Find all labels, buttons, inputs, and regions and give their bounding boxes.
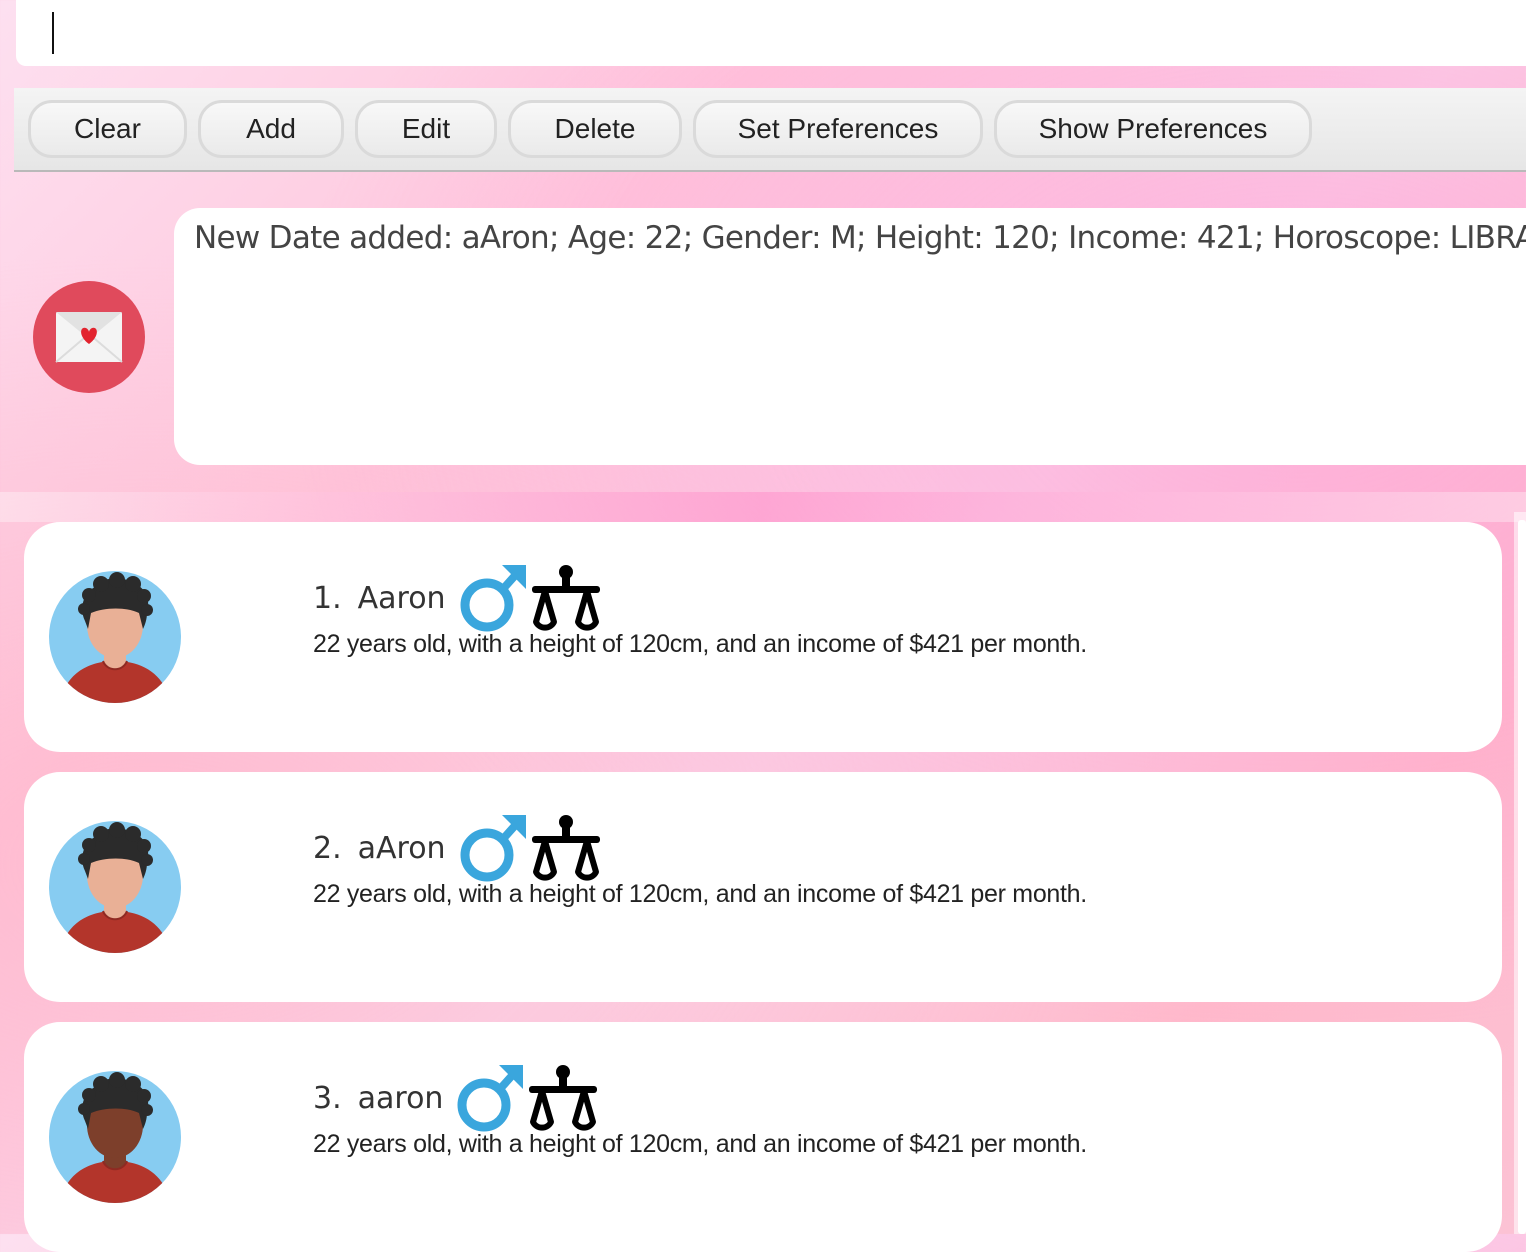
show-preferences-button[interactable]: Show Preferences	[994, 100, 1312, 158]
avatar	[49, 821, 181, 953]
set-preferences-button[interactable]: Set Preferences	[693, 100, 983, 158]
date-card[interactable]: 1. Aaron 22 years old, with a height of …	[24, 522, 1502, 752]
date-title: 3. aaron	[313, 1062, 601, 1134]
date-description: 22 years old, with a height of 120cm, an…	[313, 1130, 1087, 1158]
date-index: 1.	[313, 580, 342, 616]
date-index: 3.	[313, 1080, 342, 1116]
date-title: 2. aAron	[313, 812, 604, 884]
date-card[interactable]: 3. aaron 22 years old, with a height of …	[24, 1022, 1502, 1252]
male-icon	[460, 565, 526, 632]
edit-button[interactable]: Edit	[355, 100, 497, 158]
libra-icon	[531, 815, 600, 881]
avatar	[49, 571, 181, 703]
clear-button[interactable]: Clear	[28, 100, 187, 158]
result-display: New Date added: aAron; Age: 22; Gender: …	[174, 208, 1526, 465]
date-name: aaron	[357, 1080, 444, 1116]
date-name: aAron	[357, 830, 446, 866]
scrollbar-thumb[interactable]	[1518, 520, 1526, 1234]
male-icon	[460, 815, 526, 882]
date-description: 22 years old, with a height of 120cm, an…	[313, 630, 1087, 658]
separator	[0, 492, 1526, 522]
date-description: 22 years old, with a height of 120cm, an…	[313, 880, 1087, 908]
libra-icon	[529, 1065, 598, 1131]
date-index: 2.	[313, 830, 342, 866]
toolbar: Clear Add Edit Delete Set Preferences Sh…	[14, 88, 1526, 172]
add-button[interactable]: Add	[198, 100, 344, 158]
command-input[interactable]	[16, 0, 1526, 66]
male-icon	[457, 1065, 524, 1132]
date-name: Aaron	[357, 580, 446, 616]
delete-button[interactable]: Delete	[508, 100, 682, 158]
avatar	[49, 1071, 181, 1203]
date-title: 1. Aaron	[313, 562, 604, 634]
text-caret	[52, 12, 54, 54]
love-letter-icon	[33, 281, 145, 393]
libra-icon	[531, 565, 600, 631]
date-card[interactable]: 2. aAron 22 years old, with a height of …	[24, 772, 1502, 1002]
